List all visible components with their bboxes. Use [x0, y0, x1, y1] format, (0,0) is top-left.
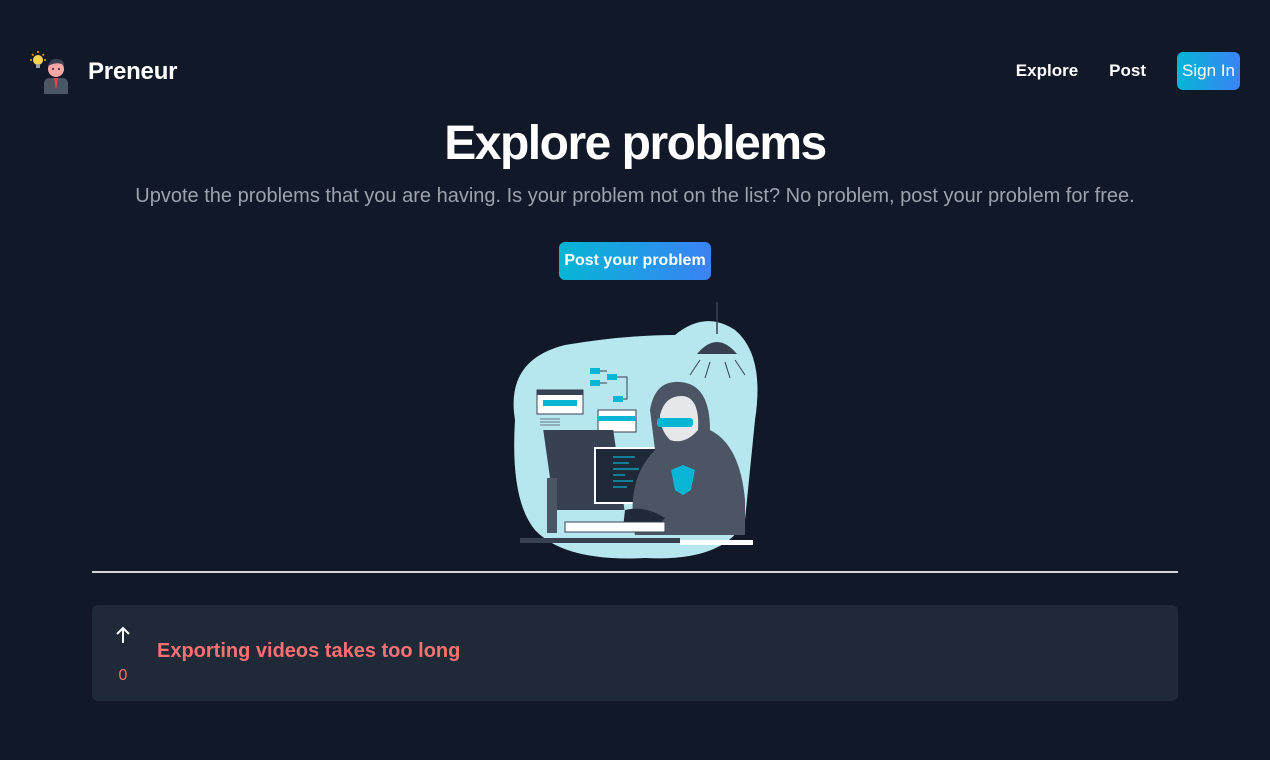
section-divider [92, 571, 1178, 573]
hooded-programmer-illustration [513, 302, 758, 559]
page-title: Explore problems [444, 117, 827, 170]
page-subtitle: Upvote the problems that you are having.… [135, 185, 1135, 207]
vote-count: 0 [118, 667, 128, 684]
problem-title[interactable]: Exporting videos takes too long [157, 640, 460, 663]
logo-icon [30, 51, 68, 94]
sign-in-button[interactable]: Sign In [1177, 52, 1240, 90]
nav-links: Explore Post Sign In [1016, 52, 1240, 90]
arrow-up-icon[interactable] [114, 625, 132, 645]
nav-link-post[interactable]: Post [1109, 61, 1146, 81]
post-problem-button[interactable]: Post your problem [559, 242, 711, 280]
problem-card: 0 Exporting videos takes too long [92, 605, 1178, 701]
nav-link-explore[interactable]: Explore [1016, 61, 1078, 81]
brand-name: Preneur [88, 58, 178, 85]
brand[interactable]: Preneur [28, 50, 178, 94]
vote-control: 0 [108, 625, 138, 685]
